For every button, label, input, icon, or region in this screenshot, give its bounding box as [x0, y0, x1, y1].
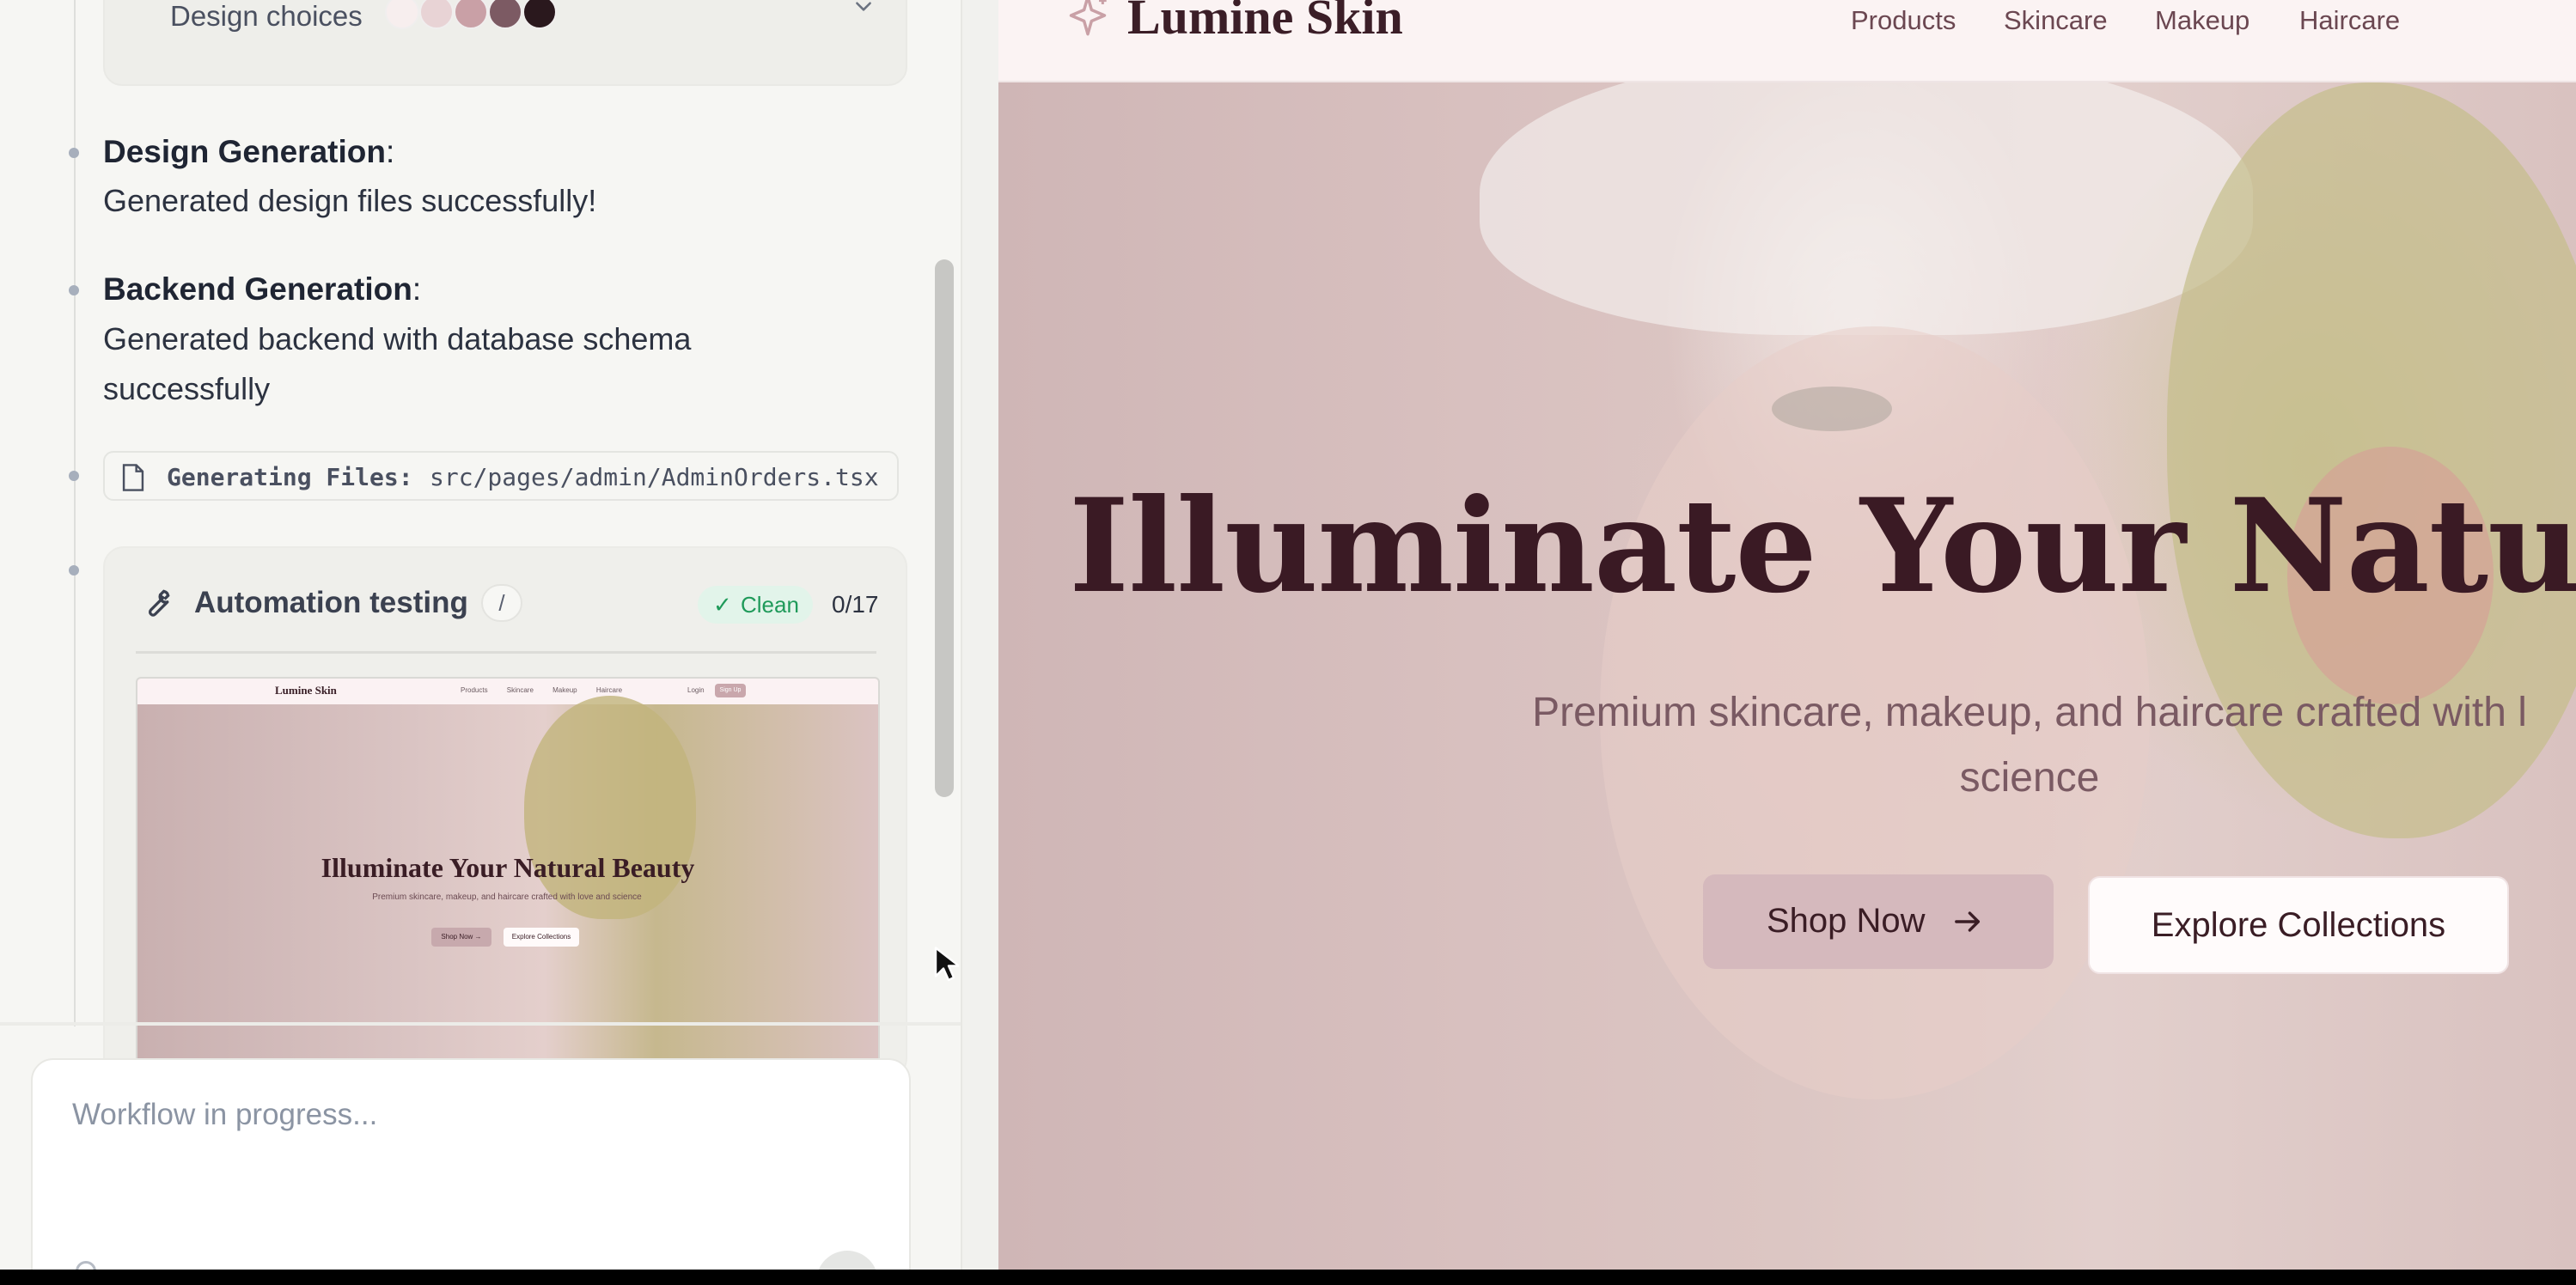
color-swatch [419, 0, 454, 29]
send-button[interactable] [816, 1251, 878, 1270]
hero-towel-shape [1480, 52, 2253, 335]
design-choices-card[interactable]: Design choices [103, 0, 907, 86]
color-swatch [488, 0, 522, 29]
preview-thumbnail[interactable]: Lumine Skin Products Skincare Makeup Hai… [136, 677, 880, 1077]
thumbnail-logo: Lumine Skin [275, 684, 337, 697]
scrollbar[interactable] [935, 259, 954, 797]
hero-title: Illuminate Your Natura [1069, 471, 2576, 622]
check-icon: ✓ [713, 592, 732, 618]
timeline-bullet [69, 565, 79, 576]
workflow-composer[interactable]: Workflow in progress... [31, 1058, 911, 1270]
workflow-panel: Design choices Design Generation: Genera… [0, 0, 961, 1270]
arrow-right-icon [1955, 911, 1981, 932]
automation-testing-card: Automation testing / ✓ Clean 0/17 Lumine… [103, 546, 907, 1079]
step-body-backend-generation: Generated backend with database schema s… [103, 321, 692, 406]
timeline-bullet [69, 285, 79, 295]
step-title-design-generation: Design Generation: [103, 134, 395, 169]
automation-testing-title: Automation testing [194, 586, 468, 619]
step-title-backend-generation: Backend Generation: [103, 271, 422, 307]
step-body-design-generation: Generated design files successfully! [103, 183, 597, 218]
color-swatch [454, 0, 488, 29]
thumbnail-shop-button: Shop Now → [431, 928, 491, 947]
thumbnail-explore-button: Explore Collections [504, 928, 579, 947]
attach-icon[interactable] [76, 1261, 96, 1270]
thumbnail-title: Illuminate Your Natural Beauty [320, 852, 695, 883]
hero-subtitle: Premium skincare, makeup, and haircare c… [1532, 690, 2527, 801]
thumbnail-nav: Lumine Skin Products Skincare Makeup Hai… [137, 679, 878, 704]
composer-placeholder: Workflow in progress... [72, 1098, 378, 1131]
thumbnail-subtitle: Premium skincare, makeup, and haircare c… [372, 892, 642, 902]
timeline-bullet [69, 148, 79, 158]
wrench-icon [148, 589, 170, 617]
hero-eye-shape [1772, 387, 1892, 431]
panel-divider[interactable] [961, 0, 998, 1270]
file-icon [122, 464, 144, 491]
generating-files-chip: Generating Files: src/pages/admin/AdminO… [103, 451, 899, 501]
nav-link-skincare[interactable]: Skincare [2004, 5, 2108, 36]
color-swatch [522, 0, 557, 29]
clean-status-badge: ✓ Clean [698, 586, 813, 624]
nav-link-haircare[interactable]: Haircare [2299, 5, 2400, 36]
generating-files-path: src/pages/admin/AdminOrders.tsx [430, 463, 879, 491]
nav-link-makeup[interactable]: Makeup [2155, 5, 2249, 36]
timeline-bullet [69, 471, 79, 481]
site-navbar: Lumine Skin Products Skincare Makeup Hai… [998, 0, 2576, 82]
thumbnail-signup: Sign Up [715, 684, 746, 697]
sparkle-icon [1069, 0, 1107, 36]
thumbnail-nav-links: Products Skincare Makeup Haircare [461, 686, 623, 694]
shop-now-button[interactable]: Shop Now [1703, 874, 2054, 969]
color-swatch [385, 0, 419, 29]
app-window: Design choices Design Generation: Genera… [0, 0, 2576, 1270]
nav-link-products[interactable]: Products [1851, 5, 1956, 36]
test-count: 0/17 [832, 591, 879, 618]
explore-collections-button[interactable]: Explore Collections [2088, 876, 2509, 974]
generating-files-label: Generating Files: [167, 463, 413, 491]
chevron-down-icon[interactable] [852, 0, 875, 17]
design-choices-label: Design choices [170, 0, 363, 32]
divider [136, 651, 876, 654]
mouse-cursor-icon [934, 947, 959, 982]
automation-slash-chip[interactable]: / [481, 584, 522, 622]
site-preview: Lumine Skin Products Skincare Makeup Hai… [998, 0, 2576, 1270]
thumbnail-login: Login [687, 686, 705, 694]
thumbnail-avocado [524, 696, 696, 919]
site-logo[interactable]: Lumine Skin [1127, 0, 1403, 46]
panel-separator [0, 1022, 961, 1026]
